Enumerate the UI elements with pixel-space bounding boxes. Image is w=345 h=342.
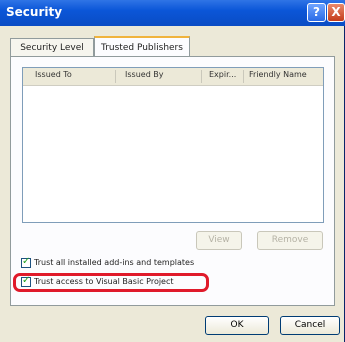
remove-button[interactable]: Remove — [257, 231, 323, 250]
window-title: Security — [6, 5, 63, 19]
column-friendly-name[interactable]: Friendly Name — [249, 70, 307, 79]
help-button[interactable]: ? — [307, 3, 326, 22]
ok-button[interactable]: OK — [205, 316, 269, 335]
trust-addins-checkbox[interactable] — [21, 256, 31, 268]
highlight-annotation — [13, 273, 209, 292]
view-button[interactable]: View — [196, 231, 242, 250]
list-header: Issued To Issued By Expir... Friendly Na… — [23, 68, 323, 86]
publishers-list[interactable]: Issued To Issued By Expir... Friendly Na… — [22, 67, 324, 223]
title-bar[interactable]: Security ? X — [0, 0, 345, 26]
column-issued-by[interactable]: Issued By — [125, 70, 164, 79]
column-issued-to[interactable]: Issued To — [35, 70, 72, 79]
security-dialog: Security ? X Security Level Trusted Publ… — [0, 0, 345, 342]
tab-trusted-publishers[interactable]: Trusted Publishers — [94, 36, 190, 57]
column-separator — [115, 70, 116, 83]
tab-security-level[interactable]: Security Level — [10, 38, 94, 57]
trust-addins-label: Trust all installed add-ins and template… — [34, 258, 195, 267]
column-expiration[interactable]: Expir... — [209, 70, 236, 79]
cancel-button[interactable]: Cancel — [280, 316, 340, 335]
column-separator — [243, 70, 244, 83]
close-button[interactable]: X — [327, 3, 345, 22]
column-separator — [201, 70, 202, 83]
